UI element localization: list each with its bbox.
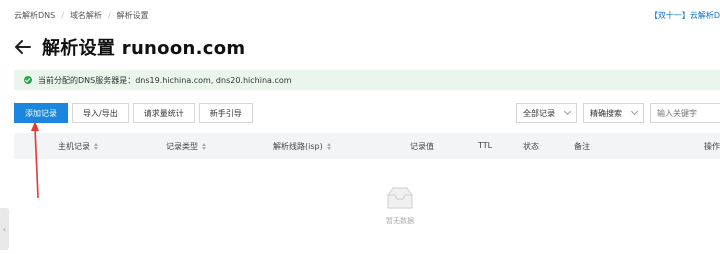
column-value: 记录值 bbox=[410, 141, 434, 152]
column-actions-label: 操作 bbox=[704, 142, 720, 151]
page-title: 解析设置 runoon.com bbox=[42, 38, 246, 59]
breadcrumb-separator: / bbox=[107, 11, 111, 20]
empty-state-text: 暂无数据 bbox=[386, 217, 414, 225]
column-line-label: 解析线路(isp) bbox=[273, 142, 323, 151]
add-record-button[interactable]: 添加记录 bbox=[14, 103, 68, 123]
back-arrow-icon[interactable] bbox=[14, 38, 32, 56]
dns-server-notice: 当前分配的DNS服务器是：dns19.hichina.com, dns20.hi… bbox=[14, 70, 720, 90]
breadcrumb-item-current: 解析设置 bbox=[116, 11, 149, 20]
breadcrumb-item-domain[interactable]: 域名解析 bbox=[70, 10, 102, 21]
breadcrumb: 云解析DNS / 域名解析 / 解析设置 bbox=[14, 10, 149, 21]
column-ttl-label: TTL bbox=[478, 141, 493, 150]
breadcrumb-separator: / bbox=[61, 11, 64, 20]
column-line[interactable]: 解析线路(isp) bbox=[273, 141, 331, 152]
sidebar-collapse-toggle[interactable]: ‹ bbox=[0, 208, 9, 250]
column-status: 状态 bbox=[523, 141, 539, 152]
sort-icon[interactable] bbox=[326, 143, 331, 150]
empty-inbox-icon bbox=[387, 187, 413, 209]
page-header: 解析设置 runoon.com bbox=[14, 34, 245, 60]
search-mode-select-label: 精确搜索 bbox=[590, 108, 622, 118]
column-type[interactable]: 记录类型 bbox=[166, 141, 206, 152]
record-type-select-label: 全部记录 bbox=[523, 108, 555, 118]
check-circle-icon bbox=[24, 76, 32, 84]
toolbar: 添加记录 导入/导出 请求量统计 新手引导 bbox=[14, 103, 253, 123]
sort-icon[interactable] bbox=[202, 143, 206, 150]
request-stats-button[interactable]: 请求量统计 bbox=[132, 103, 195, 123]
filters: 全部记录 精确搜索 bbox=[516, 103, 720, 123]
import-export-button[interactable]: 导入/导出 bbox=[72, 103, 129, 123]
notice-text: 当前分配的DNS服务器是：dns19.hichina.com, dns20.hi… bbox=[38, 75, 292, 85]
guide-button[interactable]: 新手引导 bbox=[198, 103, 253, 123]
column-remark: 备注 bbox=[574, 141, 590, 152]
column-host-label: 主机记录 bbox=[58, 142, 90, 151]
promo-link[interactable]: 【双十一】云解析D bbox=[650, 10, 720, 21]
column-remark-label: 备注 bbox=[574, 142, 590, 151]
column-type-label: 记录类型 bbox=[166, 142, 198, 151]
chevron-left-icon: ‹ bbox=[2, 224, 7, 234]
search-mode-select[interactable]: 精确搜索 bbox=[583, 103, 644, 123]
column-host[interactable]: 主机记录 bbox=[58, 141, 98, 152]
column-actions: 操作 bbox=[704, 141, 720, 152]
column-ttl: TTL bbox=[478, 141, 492, 150]
chevron-down-icon bbox=[563, 107, 572, 116]
record-type-select[interactable]: 全部记录 bbox=[516, 103, 577, 123]
column-status-label: 状态 bbox=[523, 142, 539, 151]
sort-icon[interactable] bbox=[94, 143, 98, 150]
chevron-down-icon bbox=[630, 107, 639, 116]
column-value-label: 记录值 bbox=[410, 142, 434, 151]
table-header: 主机记录 记录类型 解析线路(isp) 记录值 TTL 状态 备注 操作 bbox=[14, 133, 720, 159]
breadcrumb-item-dns[interactable]: 云解析DNS bbox=[14, 10, 55, 21]
search-input[interactable] bbox=[650, 103, 720, 123]
empty-state: 暂无数据 bbox=[385, 185, 415, 226]
